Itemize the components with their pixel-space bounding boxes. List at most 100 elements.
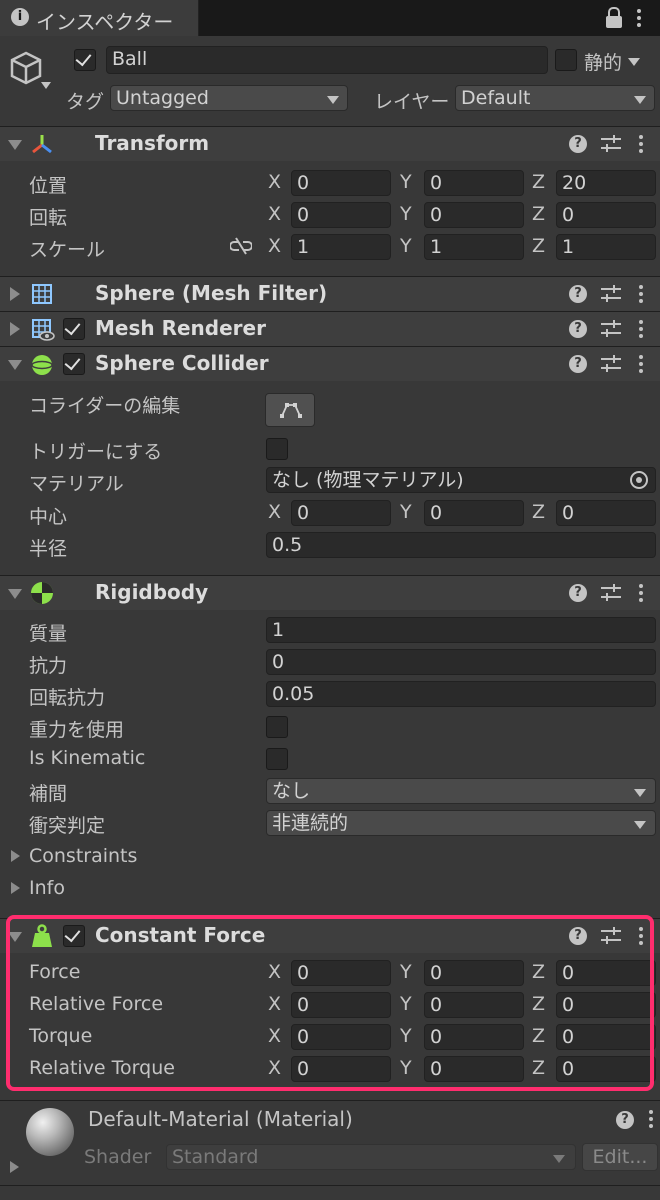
presets-icon[interactable]	[601, 285, 621, 303]
mesh-filter-icon	[31, 283, 53, 305]
constraints-foldout[interactable]: Constraints	[29, 845, 137, 867]
shader-edit-button[interactable]: Edit...	[582, 1143, 658, 1171]
help-icon[interactable]: ?	[569, 285, 587, 303]
center-y-axis-label[interactable]: Y	[400, 501, 412, 523]
highlight-frame	[6, 915, 654, 1091]
static-label: 静的	[584, 52, 623, 74]
shader-label: Shader	[84, 1146, 152, 1168]
mesh-renderer-header[interactable]: Mesh Renderer ?	[0, 311, 660, 346]
rotation-y-input[interactable]: 0	[424, 202, 524, 228]
help-icon[interactable]: ?	[569, 355, 587, 373]
presets-icon[interactable]	[601, 584, 621, 602]
rotation-z-axis-label[interactable]: Z	[532, 203, 545, 225]
center-z-axis-label[interactable]: Z	[532, 501, 545, 523]
scale-z-axis-label[interactable]: Z	[532, 235, 545, 257]
mesh-renderer-icon	[31, 318, 55, 342]
sphere-collider-header[interactable]: Sphere Collider ?	[0, 346, 660, 381]
center-x-axis-label[interactable]: X	[268, 501, 281, 523]
is-kinematic-checkbox[interactable]	[266, 748, 288, 770]
component-menu-icon[interactable]	[638, 133, 644, 155]
collision-detection-dropdown[interactable]: 非連続的	[266, 810, 656, 836]
lock-icon[interactable]	[604, 6, 624, 30]
component-menu-icon[interactable]	[638, 353, 644, 375]
scale-y-input[interactable]: 1	[424, 234, 524, 260]
sphere-collider-enabled-checkbox[interactable]	[63, 353, 85, 375]
constraints-foldout-icon[interactable]	[11, 850, 20, 862]
object-name-input[interactable]: Ball	[106, 46, 548, 74]
static-checkbox[interactable]	[555, 49, 577, 71]
drag-input[interactable]: 0	[266, 649, 656, 675]
radius-label: 半径	[29, 538, 68, 560]
position-y-axis-label[interactable]: Y	[400, 171, 412, 193]
angular-drag-label: 回転抗力	[29, 687, 106, 709]
material-foldout-icon[interactable]	[10, 1161, 19, 1173]
drag-label: 抗力	[29, 655, 68, 677]
position-x-input[interactable]: 0	[291, 170, 391, 196]
foldout-expanded-icon[interactable]	[8, 140, 22, 150]
constrain-proportions-icon[interactable]	[229, 236, 253, 256]
component-menu-icon[interactable]	[638, 318, 644, 340]
rotation-x-axis-label[interactable]: X	[268, 203, 281, 225]
rigidbody-title: Rigidbody	[95, 580, 209, 604]
foldout-collapsed-icon[interactable]	[10, 287, 20, 301]
use-gravity-checkbox[interactable]	[266, 716, 288, 738]
rotation-y-axis-label[interactable]: Y	[400, 203, 412, 225]
bottom-divider	[0, 1185, 660, 1186]
scale-x-axis-label[interactable]: X	[268, 235, 281, 257]
collision-detection-value: 非連続的	[272, 812, 349, 834]
mesh-filter-header[interactable]: Sphere (Mesh Filter) ?	[0, 276, 660, 311]
foldout-collapsed-icon[interactable]	[10, 322, 20, 336]
help-icon[interactable]: ?	[569, 135, 587, 153]
tab-label: インスペクター	[36, 10, 174, 34]
center-y-input[interactable]: 0	[424, 500, 524, 526]
transform-header[interactable]: Transform ?	[0, 126, 660, 161]
material-menu-icon[interactable]	[648, 1108, 654, 1130]
position-x-axis-label[interactable]: X	[268, 171, 281, 193]
help-icon[interactable]: ?	[616, 1111, 634, 1129]
physic-material-field[interactable]: なし (物理マテリアル)	[266, 467, 656, 493]
center-x-input[interactable]: 0	[291, 500, 391, 526]
interpolate-dropdown[interactable]: なし	[266, 778, 656, 804]
mesh-renderer-title: Mesh Renderer	[95, 316, 266, 340]
window-menu-icon[interactable]	[636, 7, 642, 29]
static-dropdown-icon[interactable]	[628, 58, 640, 66]
foldout-expanded-icon[interactable]	[8, 360, 22, 370]
layer-dropdown[interactable]: Default	[455, 85, 655, 111]
object-picker-icon[interactable]	[630, 471, 648, 489]
edit-collider-label: コライダーの編集	[29, 395, 181, 417]
shader-dropdown[interactable]: Standard	[166, 1144, 576, 1170]
foldout-expanded-icon[interactable]	[8, 589, 22, 599]
tag-dropdown-arrow-icon	[327, 96, 339, 104]
rigidbody-header[interactable]: Rigidbody ?	[0, 575, 660, 610]
edit-collider-button[interactable]	[265, 393, 315, 427]
help-icon[interactable]: ?	[569, 320, 587, 338]
scale-y-axis-label[interactable]: Y	[400, 235, 412, 257]
tag-dropdown[interactable]: Untagged	[110, 85, 348, 111]
gameobject-cube-icon[interactable]	[8, 50, 44, 90]
presets-icon[interactable]	[601, 355, 621, 373]
info-foldout[interactable]: Info	[29, 877, 65, 899]
mesh-renderer-enabled-checkbox[interactable]	[63, 318, 85, 340]
component-menu-icon[interactable]	[638, 582, 644, 604]
angular-drag-input[interactable]: 0.05	[266, 681, 656, 707]
rotation-z-input[interactable]: 0	[556, 202, 656, 228]
position-y-input[interactable]: 0	[424, 170, 524, 196]
position-label: 位置	[29, 175, 68, 197]
active-checkbox[interactable]	[74, 49, 96, 71]
center-z-input[interactable]: 0	[556, 500, 656, 526]
icon-dropdown-arrow-icon[interactable]	[41, 82, 51, 89]
rotation-x-input[interactable]: 0	[291, 202, 391, 228]
is-trigger-checkbox[interactable]	[266, 438, 288, 460]
position-z-input[interactable]: 20	[556, 170, 656, 196]
component-menu-icon[interactable]	[638, 283, 644, 305]
scale-z-input[interactable]: 1	[556, 234, 656, 260]
mass-input[interactable]: 1	[266, 617, 656, 643]
position-z-axis-label[interactable]: Z	[532, 171, 545, 193]
info-foldout-icon[interactable]	[11, 882, 20, 894]
presets-icon[interactable]	[601, 320, 621, 338]
scale-x-input[interactable]: 1	[291, 234, 391, 260]
radius-input[interactable]: 0.5	[266, 532, 656, 558]
inspector-tab[interactable]: i インスペクター	[0, 0, 199, 36]
presets-icon[interactable]	[601, 135, 621, 153]
help-icon[interactable]: ?	[569, 584, 587, 602]
